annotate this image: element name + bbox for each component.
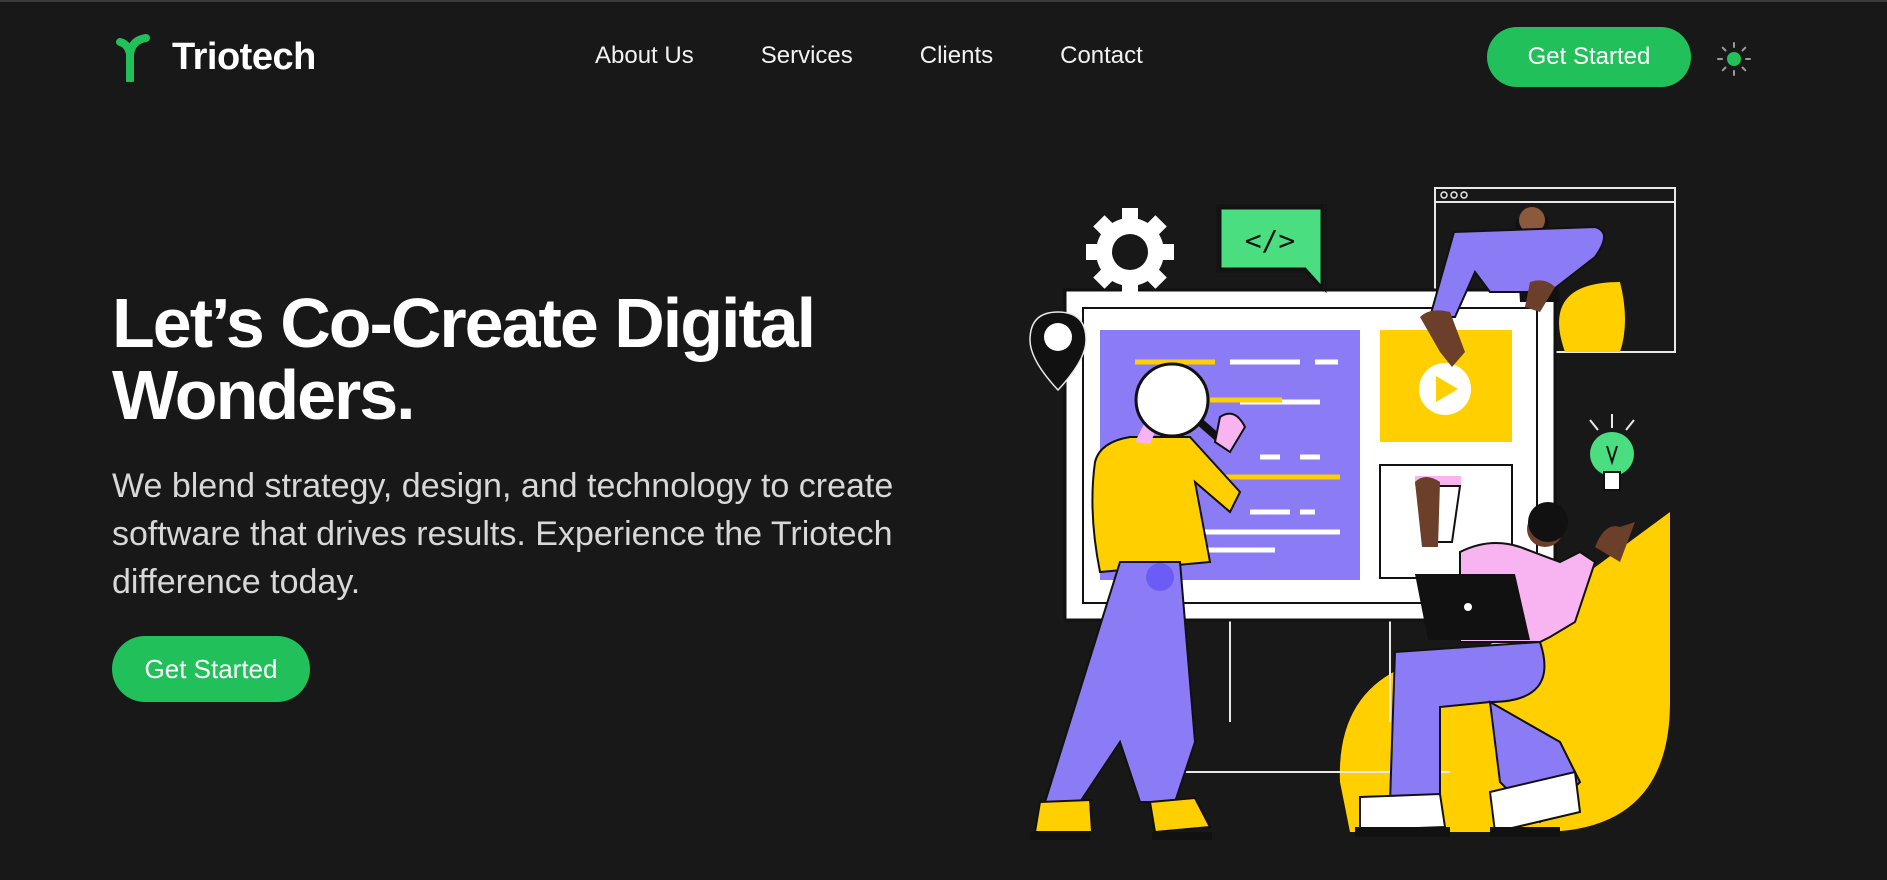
navbar: Triotech About Us Services Clients Conta… [0, 2, 1887, 112]
nav-about-us[interactable]: About Us [595, 42, 694, 70]
lightbulb-icon [1589, 414, 1635, 491]
sun-icon [1717, 42, 1751, 76]
code-tag-text: </> [1245, 224, 1296, 257]
gear-icon [1086, 208, 1174, 296]
logo-mark-icon [116, 34, 150, 82]
main-nav: About Us Services Clients Contact [595, 42, 1143, 70]
hero-title-line-2: Wonders. [112, 356, 416, 434]
hero-get-started-button[interactable]: Get Started [112, 636, 310, 702]
hero-title: Let’s Co-Create Digital Wonders. [112, 287, 942, 431]
hero-subtitle: We blend strategy, design, and technolog… [112, 467, 894, 601]
nav-services[interactable]: Services [761, 42, 853, 70]
brand-name: Triotech [172, 35, 316, 78]
theme-toggle-button[interactable] [1716, 41, 1752, 77]
brand-logo[interactable]: Triotech [114, 32, 316, 82]
nav-clients[interactable]: Clients [920, 42, 993, 70]
nav-get-started-button[interactable]: Get Started [1487, 27, 1691, 87]
nav-contact[interactable]: Contact [1060, 42, 1143, 70]
code-bubble: </> [1216, 204, 1327, 294]
hero-title-line-1: Let’s Co-Create Digital [112, 284, 816, 362]
hero-illustration: </> [1029, 187, 1676, 840]
